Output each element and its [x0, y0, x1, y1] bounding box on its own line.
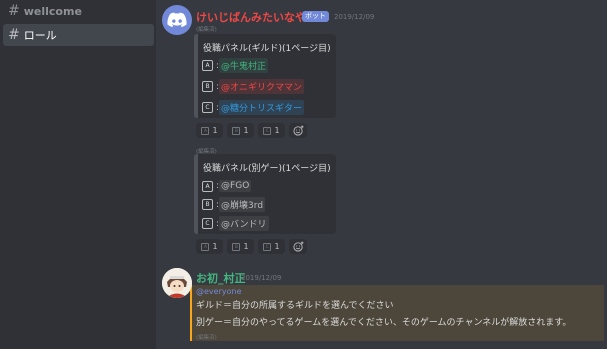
reaction-count: 1: [243, 126, 249, 135]
role-mention[interactable]: @牛鬼村正: [219, 58, 269, 73]
regional-indicator-b-icon: B: [202, 199, 213, 210]
bot-timestamp: 2019/12/09: [334, 13, 375, 21]
channel-sidebar: # wellcome # ロール: [0, 0, 156, 349]
reaction-count: 1: [274, 126, 280, 135]
reaction-bar: A 1 B 1 C 1: [196, 123, 307, 138]
hash-icon: #: [8, 27, 20, 43]
embed-title: 役職パネル(別ゲー)(1ページ目): [203, 164, 331, 174]
user-username[interactable]: お初_村正: [196, 270, 246, 286]
embed-row: A : @FGO: [202, 180, 252, 192]
embed-row: B : @崩壊3rd: [202, 197, 266, 212]
reaction-count: 1: [274, 242, 280, 251]
reaction-b[interactable]: B 1: [227, 123, 254, 138]
user-timestamp: 2019/12/09: [241, 274, 282, 282]
edited-label: (編集済): [196, 27, 217, 33]
reaction-count: 1: [243, 242, 249, 251]
role-mention[interactable]: @糖分トリスギター: [219, 100, 305, 115]
message-line: ギルド＝自分の所属するギルドを選んでください: [196, 301, 394, 311]
bot-username[interactable]: けいじばんみたいなやつ: [196, 9, 317, 25]
add-reaction-icon: [292, 241, 304, 252]
edited-label: (編集済): [196, 335, 217, 341]
regional-indicator-a-icon: A: [201, 242, 210, 251]
reaction-b[interactable]: B 1: [227, 239, 254, 254]
role-mention[interactable]: @FGO: [219, 180, 252, 192]
regional-indicator-a-icon: A: [201, 126, 210, 135]
reaction-a[interactable]: A 1: [196, 239, 223, 254]
reaction-count: 1: [212, 126, 218, 135]
embed-row: C : @バンドリ: [202, 216, 269, 231]
regional-indicator-b-icon: B: [232, 242, 241, 251]
role-mention[interactable]: @崩壊3rd: [219, 197, 266, 212]
mention-highlight: [190, 285, 604, 341]
regional-indicator-c-icon: C: [202, 102, 213, 113]
discord-logo-icon: [167, 12, 187, 28]
embed-row: A : @牛鬼村正: [202, 58, 269, 73]
everyone-mention[interactable]: @everyone: [196, 287, 242, 296]
user-avatar-image: [162, 268, 192, 298]
reaction-count: 1: [212, 242, 218, 251]
regional-indicator-c-icon: C: [263, 126, 272, 135]
add-reaction-icon: [292, 125, 304, 136]
embed-row: C : @糖分トリスギター: [202, 100, 305, 115]
channel-name: wellcome: [23, 4, 82, 18]
regional-indicator-b-icon: B: [232, 126, 241, 135]
reaction-bar: A 1 B 1 C 1: [196, 239, 307, 254]
embed-row: B : @オニギリクママン: [202, 79, 305, 94]
hash-icon: #: [8, 3, 20, 19]
regional-indicator-c-icon: C: [263, 242, 272, 251]
role-mention[interactable]: @バンドリ: [219, 216, 269, 231]
regional-indicator-c-icon: C: [202, 218, 213, 229]
reaction-a[interactable]: A 1: [196, 123, 223, 138]
reaction-c[interactable]: C 1: [258, 123, 285, 138]
bot-badge: ボット: [302, 11, 329, 22]
bot-avatar[interactable]: [162, 5, 192, 35]
message-line: 別ゲー＝自分のやってるゲームを選んでください、そのゲームのチャンネルが解放されま…: [196, 318, 572, 328]
reaction-c[interactable]: C 1: [258, 239, 285, 254]
channel-name: ロール: [23, 29, 57, 42]
role-mention[interactable]: @オニギリクママン: [219, 79, 305, 94]
user-avatar[interactable]: [162, 268, 192, 298]
channel-wellcome[interactable]: # wellcome: [3, 0, 154, 22]
embed-title: 役職パネル(ギルド)(1ページ目): [203, 44, 331, 54]
add-reaction-button[interactable]: [289, 239, 307, 254]
add-reaction-button[interactable]: [289, 123, 307, 138]
regional-indicator-a-icon: A: [202, 60, 213, 71]
regional-indicator-b-icon: B: [202, 81, 213, 92]
regional-indicator-a-icon: A: [202, 180, 213, 192]
channel-role[interactable]: # ロール: [3, 24, 154, 46]
